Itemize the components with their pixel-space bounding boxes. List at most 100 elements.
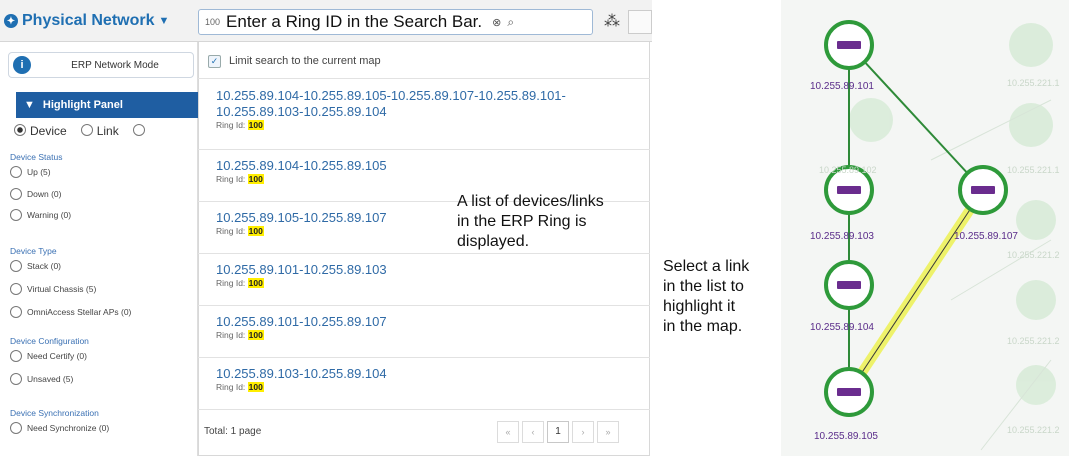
- option-label: Virtual Chassis (5): [27, 284, 97, 294]
- faded-node-label: 10.255.89.102: [819, 165, 877, 175]
- limit-search-checkbox[interactable]: ✓ Limit search to the current map: [208, 52, 381, 70]
- clear-icon[interactable]: ⊗: [492, 16, 501, 29]
- radio-icon: [10, 350, 22, 362]
- filter-icon: ▼: [24, 99, 35, 111]
- pagination: « ‹ 1 › »: [497, 421, 619, 443]
- section-title-device-synchronization: Device Synchronization: [10, 408, 99, 418]
- current-page[interactable]: 1: [547, 421, 569, 443]
- link-name: 10.255.89.103-10.255.89.104: [216, 366, 387, 381]
- ring-id-value: 100: [247, 120, 264, 130]
- radio-icon: [10, 188, 22, 200]
- highlight-panel-label: Highlight Panel: [42, 99, 123, 111]
- highlight-type-radios: Device Link: [14, 122, 149, 140]
- option-need-certify[interactable]: Need Certify (0): [10, 350, 87, 362]
- switch-icon: [837, 186, 861, 194]
- link-name: 10.255.89.101-10.255.89.107: [216, 314, 387, 329]
- cluster-icon[interactable]: ⁂: [601, 11, 623, 33]
- last-page-button[interactable]: »: [597, 421, 619, 443]
- faded-node-label: 10.255.221.2: [1007, 425, 1060, 435]
- checkbox-checked-icon: ✓: [208, 54, 221, 68]
- annotation-line: Select a link: [663, 258, 750, 275]
- ring-id-label: Ring Id:: [216, 226, 248, 236]
- ring-id-value: 100: [247, 382, 264, 392]
- option-label: Stack (0): [27, 261, 62, 271]
- list-item[interactable]: 10.255.89.104-10.255.89.105-10.255.89.10…: [198, 84, 650, 150]
- switch-icon: [837, 388, 861, 396]
- search-input[interactable]: 100 Enter a Ring ID in the Search Bar. ⊗…: [198, 9, 593, 35]
- toolbar-button[interactable]: [628, 10, 652, 34]
- annotation-line: in the ERP Ring is: [457, 213, 587, 230]
- highlight-panel-header[interactable]: ▼ Highlight Panel: [16, 92, 198, 118]
- option-label: OmniAccess Stellar APs (0): [27, 307, 132, 317]
- divider: [198, 78, 650, 79]
- info-icon: i: [13, 56, 31, 74]
- option-label: Down (0): [27, 189, 62, 199]
- first-page-button[interactable]: «: [497, 421, 519, 443]
- section-title-device-status: Device Status: [10, 152, 63, 162]
- erp-network-mode-button[interactable]: i ERP Network Mode: [8, 52, 194, 78]
- node-105[interactable]: [824, 367, 874, 417]
- ring-id-label: Ring Id:: [216, 278, 248, 288]
- node-label: 10.255.89.107: [954, 231, 1018, 242]
- search-icon[interactable]: ⌕: [507, 15, 514, 30]
- network-selector[interactable]: ✦ Physical Network ▼: [4, 8, 169, 34]
- option-need-synchronize[interactable]: Need Synchronize (0): [10, 422, 109, 434]
- option-warning[interactable]: Warning (0): [10, 209, 71, 221]
- ring-id: Ring Id: 100: [216, 330, 650, 341]
- node-label: 10.255.89.105: [814, 431, 878, 442]
- radio-checked-icon: [14, 124, 26, 136]
- annotation-line: in the map.: [663, 318, 743, 335]
- option-stack[interactable]: Stack (0): [10, 260, 61, 272]
- switch-icon: [837, 41, 861, 49]
- ring-id-label: Ring Id:: [216, 330, 248, 340]
- node-label: 10.255.89.101: [810, 81, 874, 92]
- radio-icon: [10, 166, 22, 178]
- radio-icon: [10, 209, 22, 221]
- node-101[interactable]: [824, 20, 874, 70]
- globe-icon: ✦: [4, 14, 18, 28]
- ring-id-value: 100: [247, 278, 264, 288]
- ring-path-cont: 10.255.89.103-10.255.89.104: [216, 104, 387, 119]
- ring-id: Ring Id: 100: [216, 174, 650, 185]
- faded-node-label: 10.255.221.2: [1007, 250, 1060, 260]
- faded-node: [1009, 23, 1053, 67]
- ring-id-label: Ring Id:: [216, 174, 248, 184]
- option-stellar-aps[interactable]: OmniAccess Stellar APs (0): [10, 306, 131, 318]
- radio-icon: [10, 283, 22, 295]
- faded-node: [849, 98, 893, 142]
- radio-other[interactable]: [132, 124, 149, 138]
- list-item[interactable]: 10.255.89.103-10.255.89.104 Ring Id: 100: [198, 358, 650, 410]
- list-item[interactable]: 10.255.89.101-10.255.89.103 Ring Id: 100: [198, 254, 650, 306]
- chevron-down-icon: ▼: [158, 15, 170, 27]
- prev-page-button[interactable]: ‹: [522, 421, 544, 443]
- faded-node-label: 10.255.221.1: [1007, 165, 1060, 175]
- node-104[interactable]: [824, 260, 874, 310]
- radio-icon: [132, 124, 145, 136]
- option-unsaved[interactable]: Unsaved (5): [10, 373, 73, 385]
- ring-id-label: Ring Id:: [216, 120, 248, 130]
- list-item[interactable]: 10.255.89.101-10.255.89.107 Ring Id: 100: [198, 306, 650, 358]
- network-map[interactable]: 10.255.89.101 10.255.89.103 10.255.89.10…: [781, 0, 1069, 456]
- ring-id: Ring Id: 100: [216, 278, 650, 289]
- radio-link[interactable]: Link: [80, 124, 119, 138]
- option-up[interactable]: Up (5): [10, 166, 51, 178]
- total-pages: Total: 1 page: [204, 426, 262, 437]
- node-label: 10.255.89.104: [810, 322, 874, 333]
- annotation-line: in the list to: [663, 278, 744, 295]
- radio-device-label: Device: [30, 124, 67, 138]
- section-title-device-configuration: Device Configuration: [10, 336, 89, 346]
- list-annotation: A list of devices/links in the ERP Ring …: [457, 192, 604, 252]
- faded-node: [1016, 200, 1056, 240]
- erp-mode-label: ERP Network Mode: [71, 59, 159, 71]
- next-page-button[interactable]: ›: [572, 421, 594, 443]
- ring-id-label: Ring Id:: [216, 382, 248, 392]
- select-annotation: Select a link in the list to highlight i…: [663, 257, 749, 337]
- radio-device[interactable]: Device: [14, 124, 67, 138]
- option-virtual-chassis[interactable]: Virtual Chassis (5): [10, 283, 96, 295]
- node-107[interactable]: [958, 165, 1008, 215]
- faded-node-label: 10.255.221.1: [1007, 78, 1060, 88]
- link-name: 10.255.89.101-10.255.89.103: [216, 262, 387, 277]
- option-down[interactable]: Down (0): [10, 188, 61, 200]
- switch-icon: [971, 186, 995, 194]
- option-label: Need Certify (0): [27, 351, 87, 361]
